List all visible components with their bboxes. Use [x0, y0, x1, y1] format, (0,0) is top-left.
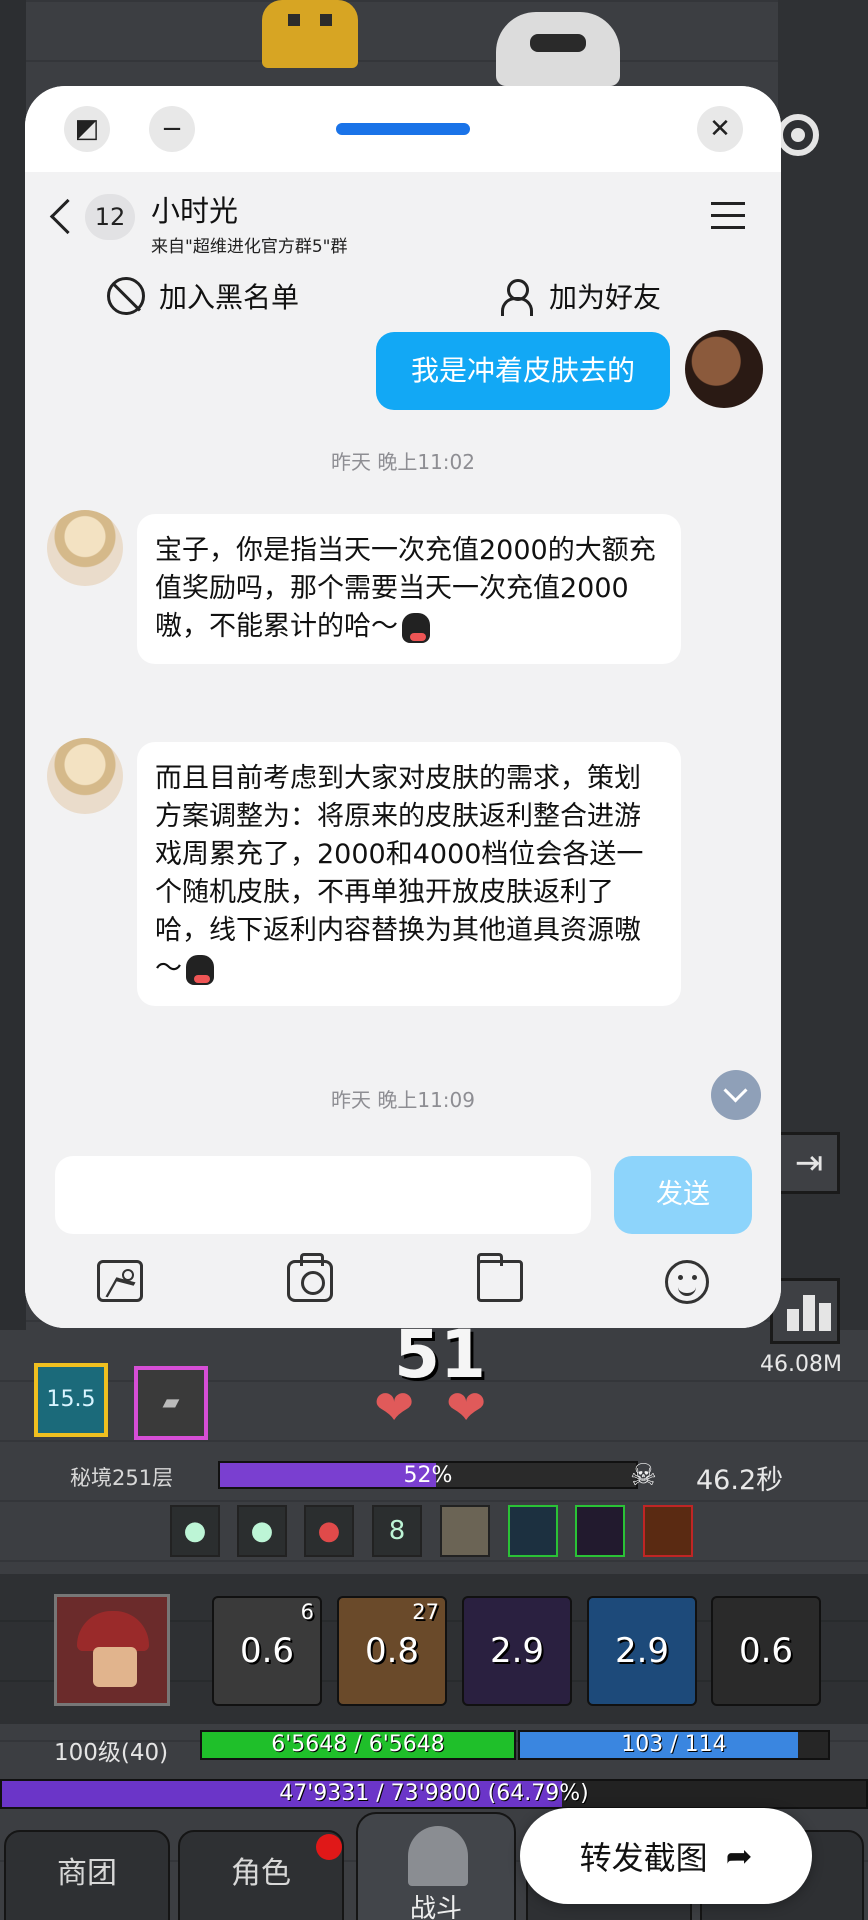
- tab-battle-label: 战斗: [409, 1894, 462, 1920]
- camera-icon[interactable]: [287, 1253, 333, 1302]
- message-text: 而且目前考虑到大家对皮肤的需求，策划方案调整为：将原来的皮肤返利整合进游戏周累充…: [155, 763, 644, 984]
- block-user-button[interactable]: 加入黑名单: [107, 274, 299, 318]
- hp-bar: 6'5648 / 6'5648: [200, 1730, 516, 1760]
- skill-slot[interactable]: 0.6: [711, 1596, 821, 1706]
- heart-icon: ❤: [446, 1380, 487, 1436]
- skill-cooldown: 0.6: [738, 1631, 794, 1671]
- outgoing-message[interactable]: 我是冲着皮肤去的: [376, 332, 670, 410]
- green-orb-buff-icon[interactable]: ●: [170, 1505, 220, 1557]
- boss-skull-icon: ☠: [630, 1458, 657, 1493]
- green-orb-buff-icon[interactable]: ●: [237, 1505, 287, 1557]
- mp-bar: 103 / 114: [518, 1730, 830, 1760]
- close-icon[interactable]: ✕: [697, 106, 743, 152]
- target-ring-icon[interactable]: [777, 114, 819, 156]
- realm-progress-bar: 52%: [218, 1461, 638, 1489]
- folder-icon[interactable]: [477, 1253, 523, 1302]
- warrior-buff-icon[interactable]: [440, 1505, 490, 1557]
- exit-icon[interactable]: ⇥: [778, 1132, 840, 1194]
- penguin-emoji-icon: [186, 954, 214, 985]
- hp-text: 6'5648 / 6'5648: [271, 1732, 445, 1757]
- penguin-emoji-icon: [402, 612, 430, 643]
- red-orb-buff-icon[interactable]: ●: [304, 1505, 354, 1557]
- stats-value: 46.08M: [760, 1352, 842, 1377]
- skill-slot[interactable]: 2.9: [587, 1596, 697, 1706]
- skill-badge: 6: [300, 1600, 314, 1624]
- realm-timer: 46.2秒: [696, 1465, 784, 1496]
- menu-icon[interactable]: [711, 202, 745, 230]
- contact-source: 来自"超维进化官方群5"群: [151, 237, 348, 257]
- share-arrow-icon: ➦: [725, 1837, 753, 1875]
- avatar[interactable]: [47, 738, 123, 814]
- skill-slot[interactable]: 2.9: [462, 1596, 572, 1706]
- dungeon-wall-right: [778, 0, 868, 1330]
- hero-level-label: 100级(40): [54, 1740, 169, 1766]
- forward-screenshot-button[interactable]: 转发截图 ➦: [520, 1808, 812, 1904]
- chat-window: ◩ − ✕ 12 小时光 来自"超维进化官方群5"群 加入黑名单 加为好友 我是…: [25, 86, 781, 1328]
- avatar[interactable]: [47, 510, 123, 586]
- skill-cooldown: 2.9: [614, 1631, 670, 1671]
- incoming-message[interactable]: 而且目前考虑到大家对皮肤的需求，策划方案调整为：将原来的皮肤返利整合进游戏周累充…: [137, 742, 681, 1006]
- tab-shop[interactable]: 商团: [4, 1830, 170, 1920]
- notification-dot: [316, 1834, 342, 1860]
- add-friend-button[interactable]: 加为好友: [501, 274, 661, 318]
- fire-buff-icon[interactable]: [643, 1505, 693, 1557]
- realm-level-label: 秘境251层: [70, 1466, 174, 1490]
- shadow-buff-icon[interactable]: [575, 1505, 625, 1557]
- message-timestamp: 昨天 晚上11:09: [331, 1088, 475, 1112]
- skeleton-enemy-sprite: [496, 12, 620, 86]
- emoji-icon[interactable]: [665, 1260, 709, 1304]
- skill-slot[interactable]: 0.8 27: [337, 1596, 447, 1706]
- equipped-item-slot[interactable]: 15.5: [34, 1363, 108, 1437]
- resize-icon[interactable]: ◩: [64, 106, 110, 152]
- add-friend-label: 加为好友: [549, 281, 662, 314]
- image-icon[interactable]: [97, 1260, 143, 1302]
- scroll-down-icon[interactable]: [711, 1070, 761, 1120]
- golem-enemy-sprite: [262, 0, 358, 68]
- drag-handle[interactable]: [336, 123, 470, 135]
- message-input[interactable]: [55, 1156, 591, 1234]
- tab-battle[interactable]: 战斗: [356, 1812, 516, 1920]
- mage-buff-icon[interactable]: [508, 1505, 558, 1557]
- realm-progress-text: 52%: [403, 1463, 453, 1488]
- exp-bar: 47'9331 / 73'9800 (64.79%): [0, 1779, 868, 1809]
- skill-badge: 27: [412, 1600, 439, 1624]
- stone-item-slot[interactable]: ▰: [134, 1366, 208, 1440]
- exp-text: 47'9331 / 73'9800 (64.79%): [279, 1781, 589, 1806]
- castle-icon: [408, 1826, 468, 1886]
- hero-portrait[interactable]: [54, 1594, 170, 1706]
- mp-text: 103 / 114: [621, 1732, 727, 1757]
- add-person-icon: [501, 277, 535, 316]
- incoming-message[interactable]: 宝子，你是指当天一次充值2000的大额充值奖励吗，那个需要当天一次充值2000嗷…: [137, 514, 681, 664]
- composer: 发送: [25, 1146, 781, 1328]
- back-icon[interactable]: [49, 196, 75, 236]
- send-button[interactable]: 发送: [614, 1156, 752, 1234]
- dungeon-wall-left: [0, 0, 26, 1330]
- message-timestamp: 昨天 晚上11:02: [331, 450, 475, 474]
- heart-icon: ❤: [374, 1380, 415, 1436]
- contact-name: 小时光: [151, 194, 239, 228]
- unread-count-badge[interactable]: 12: [85, 194, 135, 240]
- minimize-icon[interactable]: −: [149, 106, 195, 152]
- skill-cooldown: 2.9: [489, 1631, 545, 1671]
- forward-label: 转发截图: [579, 1839, 708, 1877]
- ban-icon: [107, 277, 145, 315]
- skill-cooldown: 0.8: [364, 1631, 420, 1671]
- block-label: 加入黑名单: [159, 281, 300, 314]
- skill-cooldown: 0.6: [239, 1631, 295, 1671]
- numbered-buff-icon[interactable]: 8: [372, 1505, 422, 1557]
- avatar[interactable]: [685, 330, 763, 408]
- skill-slot[interactable]: 0.6 6: [212, 1596, 322, 1706]
